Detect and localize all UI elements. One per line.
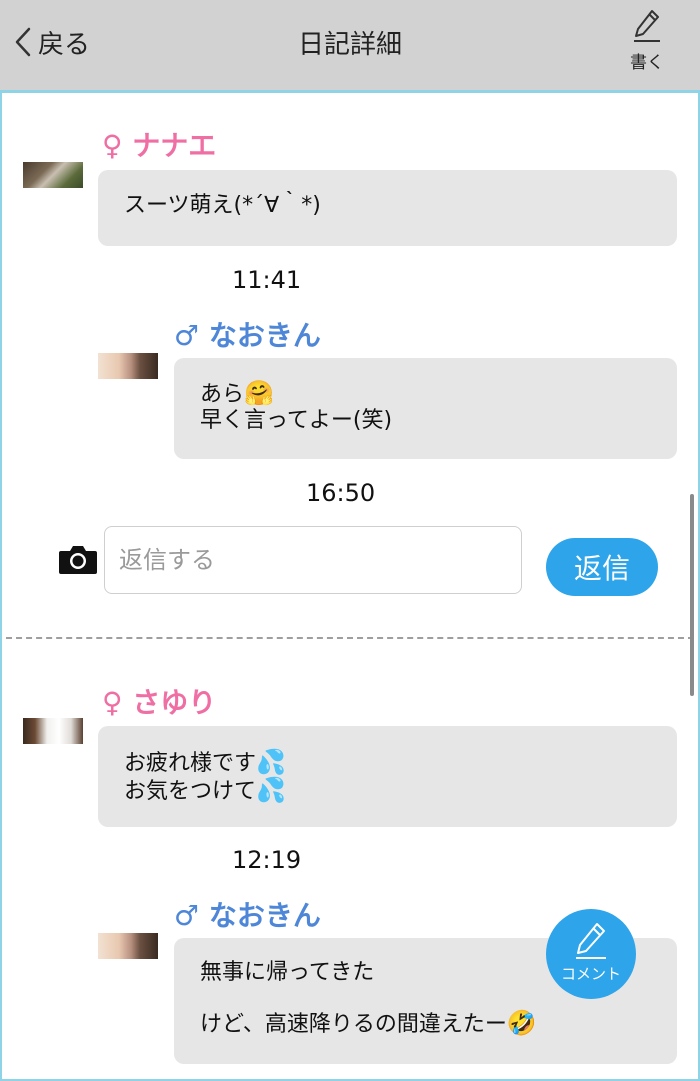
scrollbar[interactable] — [690, 494, 694, 696]
chevron-left-icon — [15, 27, 31, 57]
reply-bubble: あら🤗 早く言ってよー(笑) — [174, 358, 677, 459]
fab-label: コメント — [560, 965, 621, 983]
female-icon: ♀ — [102, 129, 123, 162]
male-icon: ♂ — [174, 899, 200, 932]
comment-line: お気をつけて💦 — [124, 776, 286, 804]
comment-bubble: スーツ萌え(*´∀｀*) — [98, 170, 677, 246]
write-button[interactable]: 書く — [622, 8, 672, 78]
reply-input[interactable] — [104, 526, 522, 594]
replier-name[interactable]: ♂ なおきん — [174, 314, 321, 354]
commenter-name[interactable]: ♀ ナナエ — [102, 124, 216, 164]
reply-line: あら🤗 — [200, 379, 274, 407]
commenter-name[interactable]: ♀ さゆり — [102, 681, 216, 721]
comment-fab-button[interactable]: コメント — [546, 909, 636, 999]
thread-divider — [6, 637, 694, 639]
rofl-emoji: 🤣 — [506, 1009, 537, 1037]
comment-bubble: お疲れ様です💦 お気をつけて💦 — [98, 726, 677, 827]
camera-icon — [59, 546, 97, 574]
pencil-icon — [634, 10, 660, 42]
comment-time: 12:19 — [232, 846, 302, 874]
comment-time: 11:41 — [232, 266, 302, 294]
pencil-icon — [576, 923, 606, 959]
back-label: 戻る — [38, 29, 91, 60]
page-title: 日記詳細 — [297, 30, 402, 60]
comment-text: スーツ萌え(*´∀｀*) — [124, 193, 321, 218]
avatar[interactable] — [98, 353, 158, 379]
replier-name[interactable]: ♂ なおきん — [174, 894, 321, 934]
reply-line: けど、高速降りるの間違えたー🤣 — [200, 1009, 537, 1037]
female-icon: ♀ — [102, 686, 123, 719]
sweat-droplets-emoji: 💦 — [256, 748, 286, 776]
reply-time: 16:50 — [306, 479, 376, 507]
avatar[interactable] — [98, 933, 158, 959]
reply-button[interactable]: 返信 — [546, 538, 658, 596]
write-label: 書く — [630, 53, 664, 73]
camera-button[interactable] — [58, 543, 98, 575]
reply-line: 早く言ってよー(笑) — [200, 408, 393, 433]
sweat-droplets-emoji: 💦 — [256, 776, 286, 804]
hugging-face-emoji: 🤗 — [244, 379, 274, 407]
avatar[interactable] — [23, 718, 83, 744]
back-button[interactable]: 戻る — [14, 22, 90, 62]
avatar[interactable] — [23, 162, 83, 188]
app-header: 戻る 日記詳細 書く — [0, 0, 700, 90]
comment-line: お疲れ様です💦 — [124, 748, 286, 776]
male-icon: ♂ — [174, 319, 200, 352]
